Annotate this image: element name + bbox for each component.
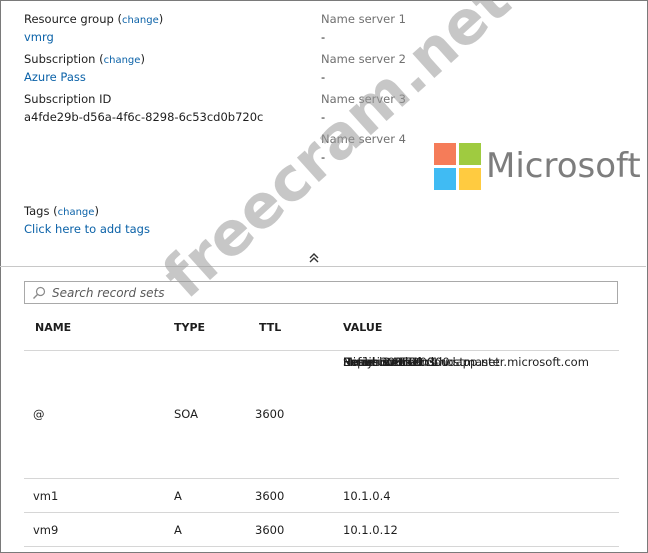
- subscription-change-link[interactable]: change: [104, 55, 141, 66]
- record-name-cell: @: [33, 407, 45, 421]
- name-server-2-value: -: [321, 70, 326, 84]
- tags-label: Tags (change): [24, 204, 99, 218]
- subscription-id-value: a4fde29b-d56a-4f6c-8298-6c53cd0b720c: [24, 110, 264, 124]
- name-server-1-value: -: [321, 30, 326, 44]
- record-ttl-cell: 3600: [255, 489, 285, 503]
- row-separator: [24, 512, 619, 513]
- section-divider: [0, 266, 646, 267]
- resource-group-value-link[interactable]: vmrg: [24, 30, 54, 44]
- column-header-type[interactable]: TYPE: [174, 321, 205, 334]
- record-name-cell: vm1: [33, 489, 59, 503]
- resource-group-label: Resource group (change): [24, 12, 164, 26]
- record-type-cell: SOA: [174, 407, 199, 421]
- record-type-cell: A: [174, 523, 182, 537]
- record-value-cell: 10.1.0.4: [343, 489, 391, 503]
- row-separator: [24, 478, 619, 479]
- subscription-value-link[interactable]: Azure Pass: [24, 70, 86, 84]
- record-ttl-cell: 3600: [255, 523, 285, 537]
- record-ttl-cell: 3600: [255, 407, 285, 421]
- soa-serial-number-value: Serial number: 1: [343, 355, 439, 369]
- tags-change-link[interactable]: change: [58, 207, 95, 218]
- column-header-ttl[interactable]: TTL: [259, 321, 281, 334]
- search-icon: [33, 286, 46, 299]
- row-separator: [24, 350, 619, 351]
- search-record-sets-input[interactable]: [52, 284, 607, 301]
- row-separator: [24, 546, 619, 547]
- microsoft-logo: [434, 143, 482, 191]
- search-record-sets-box[interactable]: [24, 281, 618, 304]
- record-type-cell: A: [174, 489, 182, 503]
- subscription-label: Subscription (change): [24, 52, 145, 66]
- microsoft-wordmark: Microsoft: [486, 146, 641, 186]
- name-server-1-label: Name server 1: [321, 12, 406, 26]
- record-value-cell: 10.1.0.12: [343, 523, 398, 537]
- resource-group-change-link[interactable]: change: [122, 15, 159, 26]
- add-tags-link[interactable]: Click here to add tags: [24, 222, 150, 236]
- column-header-value[interactable]: VALUE: [343, 321, 382, 334]
- subscription-id-label: Subscription ID: [24, 92, 112, 106]
- record-name-cell: vm9: [33, 523, 59, 537]
- column-header-name[interactable]: NAME: [35, 321, 71, 334]
- chevron-double-up-icon[interactable]: [307, 251, 321, 265]
